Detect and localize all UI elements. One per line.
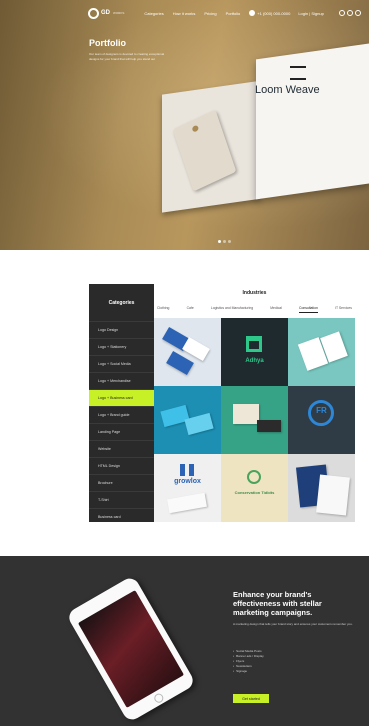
nav-links: Categories How it works Pricing Portfoli… [144, 11, 240, 16]
site-logo[interactable]: GD WORKS [88, 7, 125, 19]
nav-link-pricing[interactable]: Pricing [204, 11, 216, 16]
logo-text: GD [101, 10, 110, 16]
marketing-features: Social Media Posts Banner ads / Display … [233, 649, 264, 674]
hero-book-image [162, 33, 369, 234]
sidebar-item-logo-brand-guide[interactable]: Logo + Brand guide [89, 406, 154, 423]
home-button-icon [152, 692, 165, 705]
sidebar-item-t-shirt[interactable]: T-Shirt [89, 491, 154, 508]
sidebar-item-html-design[interactable]: HTML Design [89, 457, 154, 474]
sidebar-item-logo-business-card[interactable]: Logo + Business card [89, 389, 154, 406]
carousel-dot[interactable] [218, 240, 221, 243]
logo-icon [88, 7, 99, 19]
instagram-icon[interactable] [347, 10, 353, 16]
portfolio-item[interactable] [154, 318, 221, 386]
logo-sub: WORKS [113, 11, 125, 15]
phone-icon [249, 10, 256, 16]
sidebar-item-website[interactable]: Website [89, 440, 154, 457]
box-mockup [257, 420, 281, 432]
get-started-button[interactable]: Get started [233, 694, 269, 703]
sidebar-item-landing-page[interactable]: Landing Page [89, 423, 154, 440]
brand-name: growlox [174, 478, 201, 485]
carousel-dot[interactable] [228, 240, 231, 243]
keyboard-mockup [167, 492, 207, 514]
tab-it-services[interactable]: IT Services [335, 306, 352, 313]
marketing-title: Enhance your brand's effectiveness with … [233, 590, 322, 617]
list-item: Signage [233, 669, 264, 674]
tab-consultation[interactable]: Consultation [299, 306, 318, 313]
facebook-icon[interactable] [339, 10, 345, 16]
tab-cafe[interactable]: Cafe [187, 306, 194, 313]
industry-tabs: Clothing Cafe Logistics and Manufacturin… [157, 306, 352, 313]
growlox-logo-icon [180, 464, 194, 476]
carousel-dot[interactable] [223, 240, 226, 243]
portfolio-item[interactable]: Conservation Tidbits [221, 454, 288, 522]
tab-logistics[interactable]: Logistics and Manufacturing [211, 306, 253, 313]
portfolio-grid: Adhya FR growlox Conservation Tidbits [154, 318, 355, 522]
portfolio-item[interactable]: growlox [154, 454, 221, 522]
hero-banner: GD WORKS Categories How it works Pricing… [0, 0, 369, 250]
twitter-icon[interactable] [355, 10, 361, 16]
portfolio-browser: Categories Logo Design Logo + Stationery… [89, 284, 355, 522]
industries-header: Industries Clothing Cafe Logistics and M… [154, 284, 355, 318]
phone-number: +1 (000) 000-0000 [257, 10, 291, 16]
portfolio-item[interactable] [288, 318, 355, 386]
brand-name: FR [316, 406, 327, 415]
portfolio-item[interactable]: Adhya [221, 318, 288, 386]
nav-link-portfolio[interactable]: Portfolio [226, 11, 241, 16]
adhya-logo-icon [246, 336, 262, 352]
sidebar-item-business-card[interactable]: Business card [89, 508, 154, 525]
tab-medical[interactable]: Medical [270, 306, 282, 313]
top-nav: GD WORKS Categories How it works Pricing… [0, 0, 369, 26]
sidebar-item-logo-design[interactable]: Logo Design [89, 321, 154, 338]
tab-clothing[interactable]: Clothing [157, 306, 169, 313]
social-links [339, 10, 361, 16]
loom-weave-logo-icon [290, 66, 306, 80]
carousel-dots [218, 240, 231, 243]
portfolio-item[interactable] [221, 386, 288, 454]
login-signup-link[interactable]: Login | Signup [298, 11, 324, 16]
sidebar-item-logo-social-media[interactable]: Logo + Social Media [89, 355, 154, 372]
categories-heading: Categories [108, 299, 135, 306]
portfolio-item[interactable] [154, 386, 221, 454]
leaf-logo-icon [247, 470, 261, 484]
page-title: Portfolio [89, 38, 126, 48]
hero-brand-name: Loom Weave [255, 84, 320, 96]
marketing-description: A marketing design that tells your brand… [233, 622, 353, 626]
nav-link-categories[interactable]: Categories [144, 11, 163, 16]
card-mockup [166, 350, 194, 376]
nav-link-how-it-works[interactable]: How it works [173, 11, 196, 16]
sidebar-item-brochure[interactable]: Brochure [89, 474, 154, 491]
portfolio-item[interactable]: FR [288, 386, 355, 454]
card-mockup [182, 336, 210, 362]
brand-name: Conservation Tidbits [234, 490, 275, 495]
card-mockup [316, 474, 350, 516]
categories-sidebar: Categories Logo Design Logo + Stationery… [89, 284, 154, 522]
sidebar-item-logo-stationery[interactable]: Logo + Stationery [89, 338, 154, 355]
hero-description: Our team of designers is devoted to crea… [89, 52, 165, 61]
marketing-section [0, 556, 369, 726]
book-right-page [256, 43, 369, 200]
sidebar-item-logo-merchandise[interactable]: Logo + Merchandise [89, 372, 154, 389]
box-mockup [233, 404, 259, 424]
tag-hole [191, 124, 200, 133]
phone-contact[interactable]: +1 (000) 000-0000 [249, 10, 290, 16]
brand-name: Adhya [245, 358, 264, 364]
industries-heading: Industries [242, 290, 267, 296]
portfolio-item[interactable] [288, 454, 355, 522]
